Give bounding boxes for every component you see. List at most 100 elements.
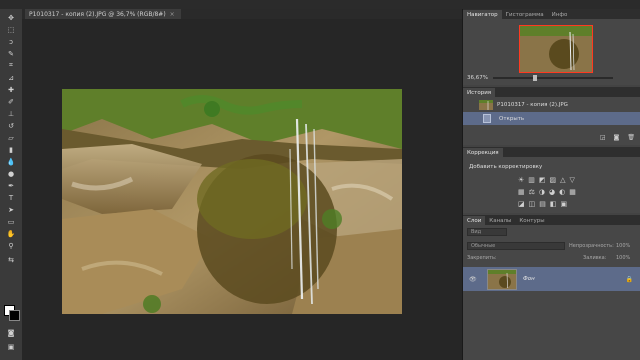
new-document-from-state-icon[interactable]: ◲ bbox=[600, 134, 606, 141]
tab-info[interactable]: Инфо bbox=[548, 10, 572, 19]
canvas-area[interactable] bbox=[22, 19, 462, 360]
opacity-value[interactable]: 100% bbox=[616, 243, 630, 249]
lock-label: Закрепить: bbox=[467, 255, 497, 261]
quick-select-tool-icon[interactable]: ✎ bbox=[4, 48, 18, 59]
close-tab-icon[interactable]: × bbox=[170, 11, 175, 18]
brightness-icon[interactable]: ☀ bbox=[518, 176, 524, 184]
eraser-tool-icon[interactable]: ▱ bbox=[4, 132, 18, 143]
blend-mode-value: Обычные bbox=[471, 243, 496, 249]
navigator-tabs: Навигатор Гистограмма Инфо bbox=[463, 9, 640, 19]
lasso-tool-icon[interactable]: ↄ bbox=[4, 36, 18, 47]
history-buttons: ◲ ◙ 🗑 bbox=[600, 134, 635, 141]
stamp-tool-icon[interactable]: ⊥ bbox=[4, 108, 18, 119]
document-image[interactable] bbox=[62, 89, 402, 314]
shape-tool-icon[interactable]: ▭ bbox=[4, 216, 18, 227]
gradient-fill-icon[interactable]: ▣ bbox=[561, 200, 568, 208]
navigator-zoom-value[interactable]: 36,67% bbox=[467, 75, 488, 81]
fill-value[interactable]: 100% bbox=[616, 255, 630, 261]
history-item-open[interactable]: Открыть bbox=[463, 112, 640, 125]
layer-filter-value: Вид bbox=[471, 229, 482, 235]
tab-paths[interactable]: Контуры bbox=[515, 216, 548, 225]
gradient-tool-icon[interactable]: ▮ bbox=[4, 144, 18, 155]
trash-icon[interactable]: 🗑 bbox=[627, 134, 635, 141]
layer-name: Фон bbox=[523, 276, 535, 282]
levels-icon[interactable]: ▥ bbox=[528, 176, 535, 184]
healing-brush-tool-icon[interactable]: ✚ bbox=[4, 84, 18, 95]
blend-mode-select[interactable]: Обычные bbox=[467, 242, 565, 250]
camera-snapshot-icon[interactable]: ◙ bbox=[614, 134, 620, 141]
history-item-label: Открыть bbox=[499, 115, 525, 122]
navigator-preview-image bbox=[520, 26, 592, 72]
document-tabbar: P1010317 - копия (2).JPG @ 36,7% (RGB/8#… bbox=[22, 9, 462, 19]
photo-filter-icon[interactable]: ◕ bbox=[549, 188, 555, 196]
layer-thumb-image bbox=[488, 269, 516, 289]
exposure-icon[interactable]: ▨ bbox=[550, 176, 557, 184]
navigator-thumbnail[interactable] bbox=[519, 25, 593, 73]
adjustments-panel: Коррекция Добавить корректировку ☀ ▥ ◩ ▨… bbox=[463, 147, 640, 213]
tab-adjustments[interactable]: Коррекция bbox=[463, 148, 503, 157]
threshold-icon[interactable]: ▤ bbox=[539, 200, 546, 208]
layer-row-background[interactable]: 👁 Фон 🔒 bbox=[463, 267, 640, 291]
type-tool-icon[interactable]: T bbox=[4, 192, 18, 203]
navigator-zoom-slider[interactable] bbox=[493, 75, 613, 81]
history-item-snapshot[interactable]: P1010317 - копия (2).JPG bbox=[463, 98, 640, 111]
brush-tool-icon[interactable]: ✐ bbox=[4, 96, 18, 107]
snapshot-thumb-image bbox=[479, 99, 493, 110]
marquee-tool-icon[interactable]: ⬚ bbox=[4, 24, 18, 35]
tab-history[interactable]: История bbox=[463, 88, 496, 97]
document-tab-title: P1010317 - копия (2).JPG @ 36,7% (RGB/8#… bbox=[29, 10, 166, 18]
toolbox: ✥ ⬚ ↄ ✎ ⌗ ⊿ ✚ ✐ ⊥ ↺ ▱ ▮ 💧 ● ✒ T ➤ ▭ ✋ ⚲ … bbox=[0, 9, 23, 360]
blur-tool-icon[interactable]: 💧 bbox=[4, 156, 18, 167]
adjustments-tabs: Коррекция bbox=[463, 147, 640, 157]
hand-tool-icon[interactable]: ✋ bbox=[4, 228, 18, 239]
fill-label: Заливка: bbox=[583, 255, 607, 261]
layer-filter-select[interactable]: Вид bbox=[467, 228, 507, 236]
zoom-slider-knob[interactable] bbox=[533, 75, 537, 81]
quick-mask-icon[interactable]: ◙ bbox=[4, 327, 18, 338]
dodge-tool-icon[interactable]: ● bbox=[4, 168, 18, 179]
tab-channels[interactable]: Каналы bbox=[485, 216, 515, 225]
adjustment-icons-row-1: ☀ ▥ ◩ ▨ △ ▽ bbox=[518, 176, 638, 184]
history-tabs: История bbox=[463, 87, 640, 97]
color-lookup-icon[interactable]: ▦ bbox=[569, 188, 576, 196]
tab-layers[interactable]: Слои bbox=[463, 216, 486, 225]
vibrance-icon[interactable]: △ bbox=[560, 176, 565, 184]
adjustments-title: Добавить корректировку bbox=[469, 164, 543, 170]
crop-tool-icon[interactable]: ⌗ bbox=[4, 60, 18, 71]
move-tool-icon[interactable]: ✥ bbox=[4, 12, 18, 23]
image-thumbnail bbox=[479, 99, 493, 110]
pen-tool-icon[interactable]: ✒ bbox=[4, 180, 18, 191]
channel-mixer-icon[interactable]: ◐ bbox=[559, 188, 565, 196]
black-white-icon[interactable]: ◑ bbox=[539, 188, 545, 196]
layers-tabs: Слои Каналы Контуры bbox=[463, 215, 640, 225]
zoom-tool-icon[interactable]: ⚲ bbox=[4, 240, 18, 251]
selective-color-icon[interactable]: ◧ bbox=[550, 200, 557, 208]
hue-saturation-icon[interactable]: ▦ bbox=[518, 188, 525, 196]
path-select-tool-icon[interactable]: ➤ bbox=[4, 204, 18, 215]
waterfall-photo bbox=[62, 89, 402, 314]
swap-colors-icon[interactable]: ⇆ bbox=[4, 254, 18, 265]
curves-icon[interactable]: ◩ bbox=[539, 176, 546, 184]
history-brush-tool-icon[interactable]: ↺ bbox=[4, 120, 18, 131]
eyedropper-tool-icon[interactable]: ⊿ bbox=[4, 72, 18, 83]
layer-thumbnail bbox=[487, 268, 517, 290]
color-balance-icon[interactable]: ⚖ bbox=[529, 188, 535, 196]
history-item-label: P1010317 - копия (2).JPG bbox=[497, 101, 568, 108]
right-panel-dock: Навигатор Гистограмма Инфо 36,67% Истори… bbox=[462, 9, 640, 360]
open-document-icon bbox=[483, 114, 491, 123]
adjustment-icons-row-3: ◪ ◫ ▤ ◧ ▣ bbox=[518, 200, 638, 208]
adjustment-icons-row-2: ▦ ⚖ ◑ ◕ ◐ ▦ bbox=[518, 188, 638, 196]
lock-icon: 🔒 bbox=[625, 275, 633, 283]
background-color-swatch[interactable] bbox=[9, 310, 20, 321]
layers-panel: Слои Каналы Контуры Вид Обычные Непрозра… bbox=[463, 215, 640, 360]
document-tab[interactable]: P1010317 - копия (2).JPG @ 36,7% (RGB/8#… bbox=[25, 9, 181, 19]
tab-navigator[interactable]: Навигатор bbox=[463, 10, 502, 19]
gradient-map-icon[interactable]: ▽ bbox=[570, 176, 575, 184]
tab-histogram[interactable]: Гистограмма bbox=[502, 10, 548, 19]
visibility-eye-icon[interactable]: 👁 bbox=[469, 276, 479, 283]
invert-icon[interactable]: ◪ bbox=[518, 200, 525, 208]
app-menubar bbox=[0, 0, 640, 9]
screen-mode-icon[interactable]: ▣ bbox=[4, 341, 18, 352]
posterize-icon[interactable]: ◫ bbox=[529, 200, 536, 208]
history-panel: История P1010317 - копия (2).JPG Открыть… bbox=[463, 87, 640, 145]
